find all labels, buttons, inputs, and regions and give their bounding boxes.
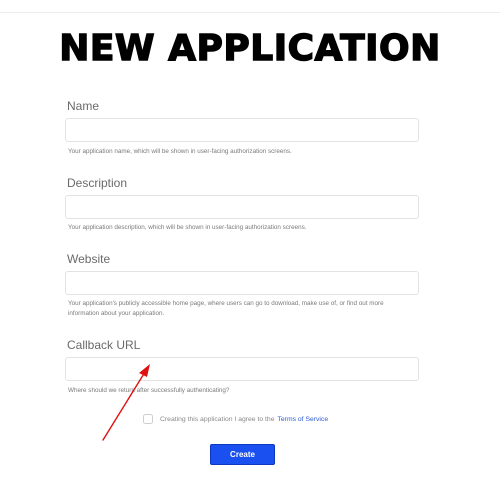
name-help-text: Your application name, which will be sho… [68,148,292,155]
terms-of-service-link[interactable]: Terms of Service [278,416,329,423]
terms-text: Creating this application I agree to the [160,415,275,423]
arrow-shaft [102,371,146,441]
callback-url-label: Callback URL [67,338,141,352]
name-input[interactable] [65,118,419,142]
terms-checkbox[interactable] [143,414,153,424]
callback-url-help-text: Where should we return after successfull… [68,387,230,394]
page-title: NEW APPLICATION [58,27,441,69]
description-help-text: Your application description, which will… [68,224,307,231]
terms-row: Creating this application I agree to the… [143,414,328,424]
name-label: Name [67,99,100,113]
create-button[interactable]: Create [210,444,275,465]
description-label: Description [67,176,128,190]
website-help-text: Your application's publicly accessible h… [68,300,384,317]
callback-url-input[interactable] [65,357,419,381]
description-input[interactable] [65,195,419,219]
website-label: Website [67,252,111,266]
website-input[interactable] [65,271,419,295]
top-divider [0,12,500,13]
